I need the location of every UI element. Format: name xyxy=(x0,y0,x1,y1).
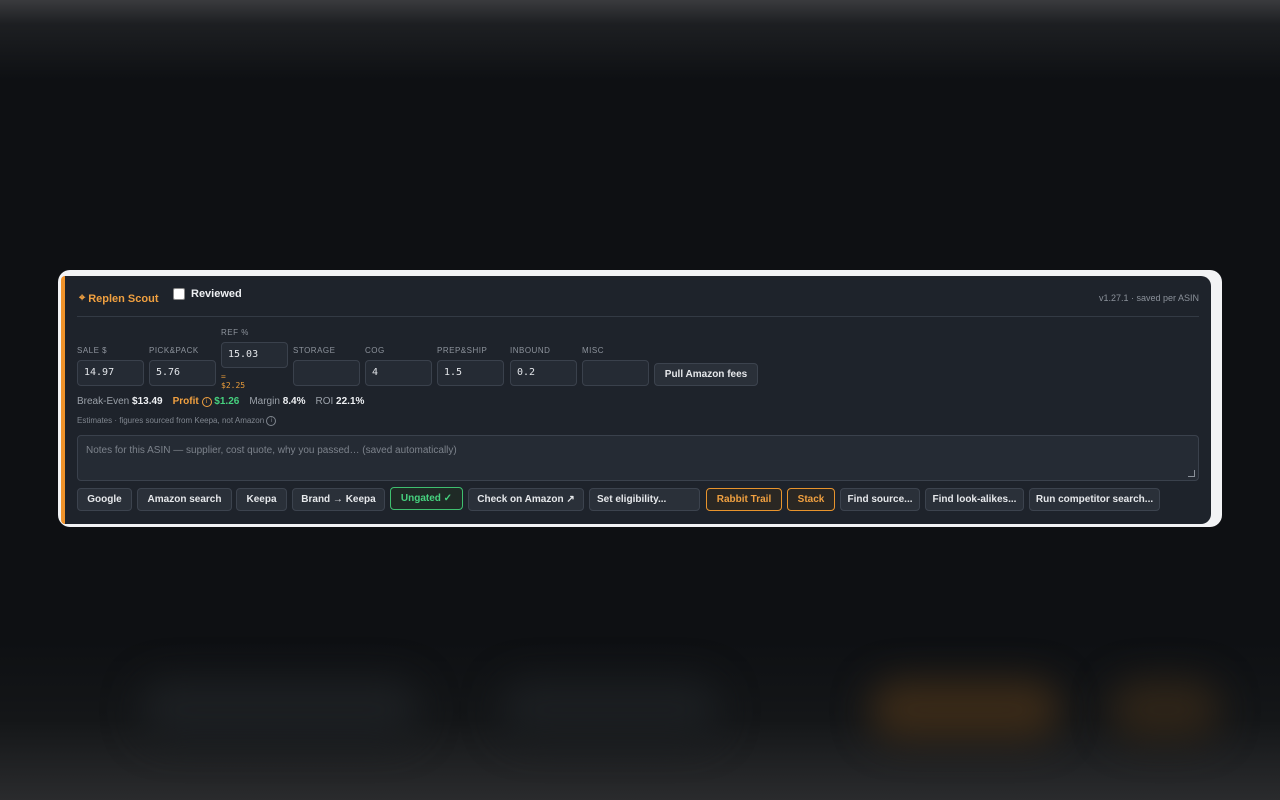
misc-label: MISC xyxy=(582,346,604,355)
roi-label: ROI xyxy=(315,396,334,407)
inbound-label: INBOUND xyxy=(510,346,551,355)
profit-value: $1.26 xyxy=(214,396,240,407)
background-blur xyxy=(500,680,720,740)
break-even-metric: Break-Even $13.49 xyxy=(77,396,163,407)
replen-scout-panel: ⌖ Replen Scout Reviewed v1.27.1 · saved … xyxy=(61,276,1211,524)
reviewed-checkbox[interactable] xyxy=(173,288,185,300)
reviewed-toggle[interactable]: Reviewed xyxy=(173,288,242,300)
ref-input[interactable]: 15.03 xyxy=(221,342,288,368)
inbound-input[interactable]: 0.2 xyxy=(510,360,577,386)
margin-label: Margin xyxy=(249,396,280,407)
stack-button[interactable]: Stack xyxy=(787,488,835,511)
ref-label: REF % xyxy=(221,328,249,337)
profit-metrics: Break-Even $13.49 Profit i $1.26 Margin … xyxy=(77,396,364,407)
amazon-search-button[interactable]: Amazon search xyxy=(137,488,232,511)
crosshair-icon: ⌖ xyxy=(79,292,86,304)
roi-value: 22.1% xyxy=(336,396,365,407)
info-icon[interactable]: i xyxy=(201,397,212,407)
break-even-value: $13.49 xyxy=(132,396,163,407)
keepa-button[interactable]: Keepa xyxy=(236,488,287,511)
estimates-text: Estimates · figures sourced from Keepa, … xyxy=(77,416,265,425)
misc-field: MISC xyxy=(582,346,649,386)
profit-metric: Profit i $1.26 xyxy=(172,396,240,407)
prepship-field: PREP&SHIP 1.5 xyxy=(437,346,504,386)
pickpack-input[interactable]: 5.76 xyxy=(149,360,216,386)
reviewed-label: Reviewed xyxy=(191,288,242,300)
find-lookalikes-button[interactable]: Find look-alikes... xyxy=(925,488,1024,511)
pull-amazon-fees-button[interactable]: Pull Amazon fees xyxy=(654,363,758,386)
roi-metric: ROI 22.1% xyxy=(315,396,364,407)
notes-textarea[interactable]: Notes for this ASIN — supplier, cost quo… xyxy=(77,435,1199,481)
run-competitor-search-button[interactable]: Run competitor search... xyxy=(1029,488,1160,511)
cog-input[interactable]: 4 xyxy=(365,360,432,386)
google-button[interactable]: Google xyxy=(77,488,132,511)
storage-label: STORAGE xyxy=(293,346,336,355)
break-even-label: Break-Even xyxy=(77,396,130,407)
estimates-note: Estimates · figures sourced from Keepa, … xyxy=(77,416,277,426)
cog-label: COG xyxy=(365,346,385,355)
prepship-label: PREP&SHIP xyxy=(437,346,488,355)
brand-keepa-button[interactable]: Brand → Keepa xyxy=(292,488,385,511)
margin-metric: Margin 8.4% xyxy=(249,396,305,407)
misc-input[interactable] xyxy=(582,360,649,386)
sale-field: SALE $ 14.97 xyxy=(77,346,144,386)
sale-input[interactable]: 14.97 xyxy=(77,360,144,386)
background-blur xyxy=(870,680,1060,740)
storage-field: STORAGE xyxy=(293,346,360,386)
margin-value: 8.4% xyxy=(282,396,306,407)
cog-field: COG 4 xyxy=(365,346,432,386)
resize-handle-icon[interactable] xyxy=(1188,470,1195,477)
prepship-input[interactable]: 1.5 xyxy=(437,360,504,386)
ungated-button[interactable]: Ungated ✓ xyxy=(390,487,463,510)
storage-input[interactable] xyxy=(293,360,360,386)
ref-field: REF % 15.03 = $2.25 xyxy=(221,328,288,390)
notes-placeholder: Notes for this ASIN — supplier, cost quo… xyxy=(86,445,457,456)
rabbit-trail-button[interactable]: Rabbit Trail xyxy=(706,488,782,511)
panel-title: ⌖ Replen Scout xyxy=(79,292,159,305)
set-eligibility-select[interactable]: Set eligibility... xyxy=(589,488,700,511)
find-source-button[interactable]: Find source... xyxy=(840,488,920,511)
panel-title-text: Replen Scout xyxy=(88,292,159,305)
inbound-field: INBOUND 0.2 xyxy=(510,346,577,386)
header-divider xyxy=(77,316,1199,317)
pickpack-label: PICK&PACK xyxy=(149,346,199,355)
background-blur xyxy=(1110,680,1220,740)
version-text: v1.27.1 · saved per ASIN xyxy=(1098,293,1199,303)
background-top xyxy=(0,0,1280,80)
check-on-amazon-button[interactable]: Check on Amazon ↗ xyxy=(468,488,584,511)
profit-label: Profit xyxy=(172,396,199,407)
sale-label: SALE $ xyxy=(77,346,108,355)
info-icon[interactable]: i xyxy=(266,416,277,426)
ref-fee-note: = $2.25 xyxy=(221,372,246,390)
background-blur xyxy=(140,680,420,740)
pickpack-field: PICK&PACK 5.76 xyxy=(149,346,216,386)
